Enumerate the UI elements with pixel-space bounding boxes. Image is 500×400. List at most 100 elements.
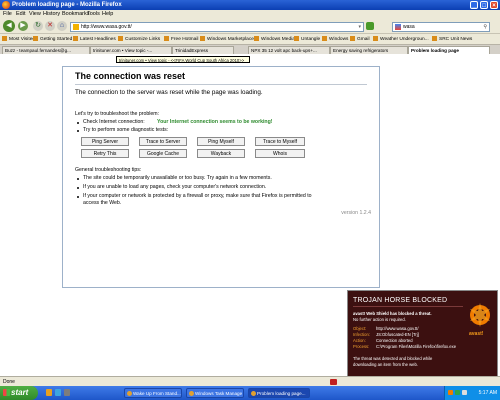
version-label: version 1.2.4	[341, 210, 371, 216]
bookmark-icon	[200, 36, 205, 41]
taskbar-item[interactable]: Windows Task Manage	[186, 388, 244, 398]
menu-edit[interactable]: Edit	[16, 11, 25, 17]
ping-myself-button[interactable]: Ping Myself	[197, 137, 245, 146]
bookmark-item[interactable]: Weather Undergroun...	[373, 36, 429, 42]
navigation-toolbar: ◀ ▶ ↻ ✕ ⌂ http://www.wasa.gov.tt/ ▾ wasa…	[0, 19, 500, 33]
general-tips-heading: General troubleshooting tips:	[75, 167, 142, 173]
bookmark-icon	[164, 36, 169, 41]
process-value: C:\Program Files\Mozilla Firefox\firefox…	[376, 344, 457, 349]
url-dropdown-icon[interactable]: ▾	[358, 23, 361, 31]
bullet	[77, 196, 79, 198]
avast-tray-icon[interactable]	[448, 390, 453, 395]
wayback-button[interactable]: Wayback	[197, 149, 245, 158]
go-icon[interactable]	[366, 22, 374, 30]
process-label: Process:	[353, 344, 370, 349]
status-shield-icon[interactable]	[330, 379, 337, 385]
check-connection-result: Your Internet connection seems to be wor…	[157, 119, 273, 125]
taskbar-item[interactable]: Wake Up From Stand...	[124, 388, 182, 398]
windows-logo-icon	[3, 389, 10, 396]
tab-buzz[interactable]: Buzz - teampaul.fernandes@g...	[2, 46, 90, 54]
object-label: Object:	[353, 326, 367, 331]
maximize-button[interactable]: □	[480, 1, 488, 9]
bookmark-item[interactable]: Gmail	[350, 36, 370, 42]
close-button[interactable]: ×	[490, 1, 498, 9]
bookmark-item[interactable]: Untangle	[294, 36, 320, 42]
search-input[interactable]: wasa	[403, 23, 415, 31]
taskbar-item[interactable]: Problem loading page...	[248, 388, 310, 398]
menu-file[interactable]: File	[3, 11, 12, 17]
minimize-button[interactable]: _	[470, 1, 478, 9]
menu-history[interactable]: History	[43, 11, 60, 17]
bookmark-icon	[322, 36, 327, 41]
quicklaunch-icon[interactable]	[64, 389, 70, 396]
url-bar[interactable]: http://www.wasa.gov.tt/ ▾	[70, 22, 364, 32]
bookmark-item[interactable]: Windows Media	[254, 36, 295, 42]
menu-bar: File Edit View History Bookmarks Tools H…	[0, 10, 500, 19]
bookmark-icon	[73, 36, 78, 41]
taskbar: start Wake Up From Stand... Windows Task…	[0, 386, 500, 400]
ping-server-button[interactable]: Ping Server	[81, 137, 129, 146]
bookmark-item[interactable]: Most Visited	[2, 36, 35, 42]
trace-to-myself-button[interactable]: Trace to Myself	[255, 137, 305, 146]
tab-refrigerators[interactable]: Energy saving refrigerators	[330, 46, 408, 54]
bookmark-item[interactable]: Latest Headlines	[73, 36, 116, 42]
network-tray-icon[interactable]	[455, 390, 460, 395]
stop-icon[interactable]: ✕	[45, 21, 55, 31]
google-cache-button[interactable]: Google Cache	[139, 149, 187, 158]
quicklaunch-icon[interactable]	[55, 389, 61, 396]
tip-item: The site could be temporarily unavailabl…	[83, 175, 272, 181]
threat-message: avast! Web Shield has blocked a threat.	[353, 311, 432, 316]
threat-submessage: No further action is required.	[353, 317, 406, 322]
bookmark-item[interactable]: Getting Started	[33, 36, 72, 42]
tab-trinituner[interactable]: trinituner.com • View topic -...	[90, 46, 172, 54]
action-label: Action:	[353, 338, 366, 343]
divider	[75, 84, 367, 85]
bookmark-item[interactable]: Free Hotmail	[164, 36, 198, 42]
home-icon[interactable]: ⌂	[57, 21, 67, 31]
threat-footer-continued: downloading an item from the web.	[353, 362, 418, 367]
bookmark-icon	[118, 36, 123, 41]
avast-threat-notification[interactable]: TROJAN HORSE BLOCKED avast! Web Shield h…	[347, 290, 498, 378]
bookmark-icon	[350, 36, 355, 41]
trace-to-server-button[interactable]: Trace to Server	[139, 137, 187, 146]
reload-icon[interactable]: ↻	[33, 21, 43, 31]
threat-footer: The threat was detected and blocked whil…	[353, 356, 433, 361]
bookmark-item[interactable]: Windows	[322, 36, 348, 42]
action-value: Connection aborted	[376, 338, 413, 343]
menu-bookmarks[interactable]: Bookmarks	[62, 11, 90, 17]
bookmark-item[interactable]: SRC Unit News	[432, 36, 472, 42]
menu-view[interactable]: View	[29, 11, 41, 17]
start-button[interactable]: start	[0, 386, 38, 400]
bookmark-item[interactable]: Customize Links	[118, 36, 160, 42]
quicklaunch-icon[interactable]	[46, 389, 52, 396]
divider	[353, 306, 463, 307]
search-magnifier-icon[interactable]: ⚲	[483, 23, 487, 31]
diagnostic-tests-label: Try to perform some diagnostic tests:	[83, 127, 169, 133]
tab-npx[interactable]: NPX 35 12 volt apc back-ups+...	[248, 46, 330, 54]
menu-tools[interactable]: Tools	[87, 11, 100, 17]
tab-trinidad-express[interactable]: TrinidadExpress	[172, 46, 234, 54]
firefox-icon	[2, 1, 10, 9]
error-subtitle: The connection to the server was reset w…	[75, 89, 263, 96]
object-value: http://www.wasa.gov.tt/	[376, 326, 419, 331]
tip-item-continued: access the Web.	[83, 200, 122, 206]
avast-logo-icon	[470, 303, 490, 327]
whois-button[interactable]: Whois	[255, 149, 305, 158]
retry-this-button[interactable]: Retry This	[81, 149, 129, 158]
error-title: The connection was reset	[75, 71, 186, 81]
forward-icon[interactable]: ▶	[18, 21, 28, 31]
app-icon	[127, 391, 132, 396]
tip-item: If your computer or network is protected…	[83, 193, 312, 199]
back-icon[interactable]: ◀	[3, 20, 15, 32]
search-bar[interactable]: wasa ⚲	[392, 22, 490, 32]
menu-help[interactable]: Help	[102, 11, 113, 17]
bookmark-item[interactable]: Windows Marketplace	[200, 36, 254, 42]
volume-tray-icon[interactable]	[462, 390, 467, 395]
check-connection-label: Check Internet connection:	[83, 119, 145, 125]
title-bar: Problem loading page - Mozilla Firefox _…	[0, 0, 500, 10]
threat-header: TROJAN HORSE BLOCKED	[353, 297, 448, 304]
search-engine-icon[interactable]	[395, 24, 401, 30]
tab-problem-loading[interactable]: Problem loading page	[408, 46, 490, 54]
bookmark-icon	[373, 36, 378, 41]
bullet	[77, 187, 79, 189]
